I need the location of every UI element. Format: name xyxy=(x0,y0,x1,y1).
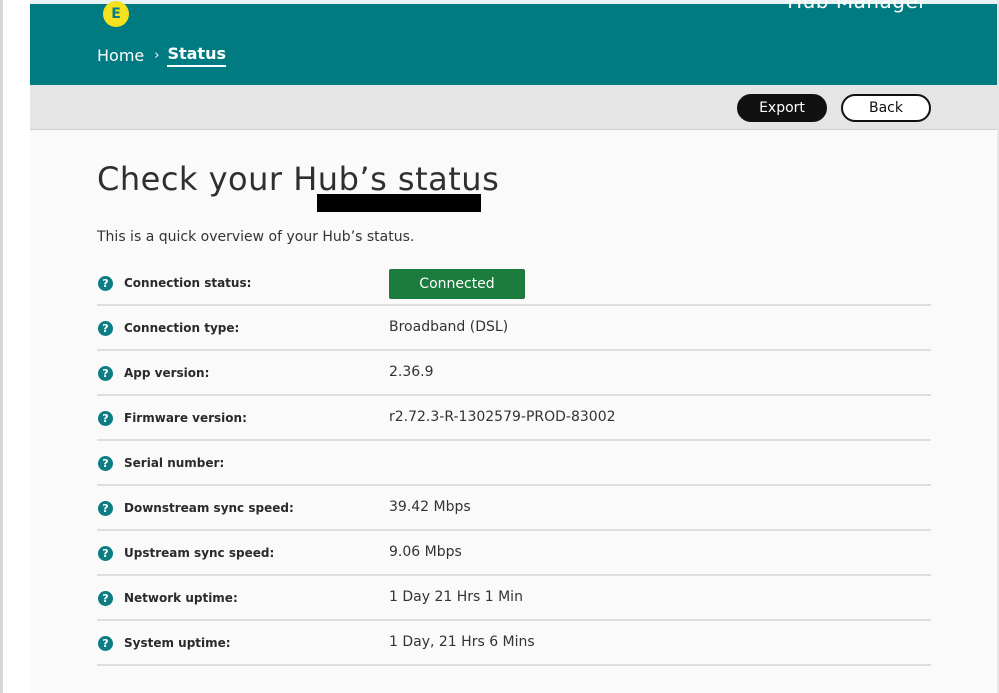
export-button[interactable]: Export xyxy=(737,94,827,122)
row-label: Upstream sync speed: xyxy=(124,546,275,560)
status-row-connection-status: ? Connection status: Connected xyxy=(97,261,931,306)
action-toolbar: Export Back xyxy=(30,85,997,130)
row-value: 1 Day, 21 Hrs 6 Mins xyxy=(389,634,535,650)
help-icon[interactable]: ? xyxy=(98,546,113,561)
breadcrumb-current: Status xyxy=(167,44,226,67)
row-label: System uptime: xyxy=(124,636,231,650)
connected-status-badge: Connected xyxy=(389,269,525,299)
row-label: Downstream sync speed: xyxy=(124,501,294,515)
row-label: Connection type: xyxy=(124,321,240,335)
redacted-serial-number-block xyxy=(317,194,481,212)
status-row-app-version: ? App version: 2.36.9 xyxy=(97,351,931,396)
row-value: 39.42 Mbps xyxy=(389,499,471,515)
page-title: Check your Hub’s status xyxy=(97,160,500,198)
chevron-right-icon: › xyxy=(154,47,160,63)
breadcrumb: Home › Status xyxy=(97,40,226,70)
help-icon[interactable]: ? xyxy=(98,501,113,516)
row-label: Network uptime: xyxy=(124,591,238,605)
row-label: App version: xyxy=(124,366,210,380)
help-icon[interactable]: ? xyxy=(98,366,113,381)
back-button[interactable]: Back xyxy=(841,94,931,122)
app-title: Hub Manager xyxy=(787,0,927,13)
row-label: Firmware version: xyxy=(124,411,247,425)
status-row-system-uptime: ? System uptime: 1 Day, 21 Hrs 6 Mins xyxy=(97,621,931,666)
row-value: 9.06 Mbps xyxy=(389,544,462,560)
app-header: E Hub Manager Home › Status xyxy=(30,0,997,85)
help-icon[interactable]: ? xyxy=(98,321,113,336)
breadcrumb-home-link[interactable]: Home xyxy=(97,46,144,65)
row-value: 2.36.9 xyxy=(389,364,434,380)
page-intro: This is a quick overview of your Hub’s s… xyxy=(97,229,415,245)
status-row-upstream-sync-speed: ? Upstream sync speed: 9.06 Mbps xyxy=(97,531,931,576)
status-row-connection-type: ? Connection type: Broadband (DSL) xyxy=(97,306,931,351)
status-row-network-uptime: ? Network uptime: 1 Day 21 Hrs 1 Min xyxy=(97,576,931,621)
row-label: Serial number: xyxy=(124,456,225,470)
status-table: ? Connection status: Connected ? Connect… xyxy=(97,261,931,666)
row-value: Broadband (DSL) xyxy=(389,319,509,335)
help-icon[interactable]: ? xyxy=(98,636,113,651)
hub-manager-page: E Hub Manager Home › Status Export Back … xyxy=(30,0,997,693)
brand-logo: E xyxy=(103,1,129,27)
row-value: 1 Day 21 Hrs 1 Min xyxy=(389,589,523,605)
status-row-serial-number: ? Serial number: xyxy=(97,441,931,486)
row-label: Connection status: xyxy=(124,276,252,290)
status-row-downstream-sync-speed: ? Downstream sync speed: 39.42 Mbps xyxy=(97,486,931,531)
help-icon[interactable]: ? xyxy=(98,456,113,471)
help-icon[interactable]: ? xyxy=(98,591,113,606)
help-icon[interactable]: ? xyxy=(98,411,113,426)
help-icon[interactable]: ? xyxy=(98,276,113,291)
row-value: r2.72.3-R-1302579-PROD-83002 xyxy=(389,409,616,425)
status-row-firmware-version: ? Firmware version: r2.72.3-R-1302579-PR… xyxy=(97,396,931,441)
window-left-border xyxy=(0,0,3,693)
